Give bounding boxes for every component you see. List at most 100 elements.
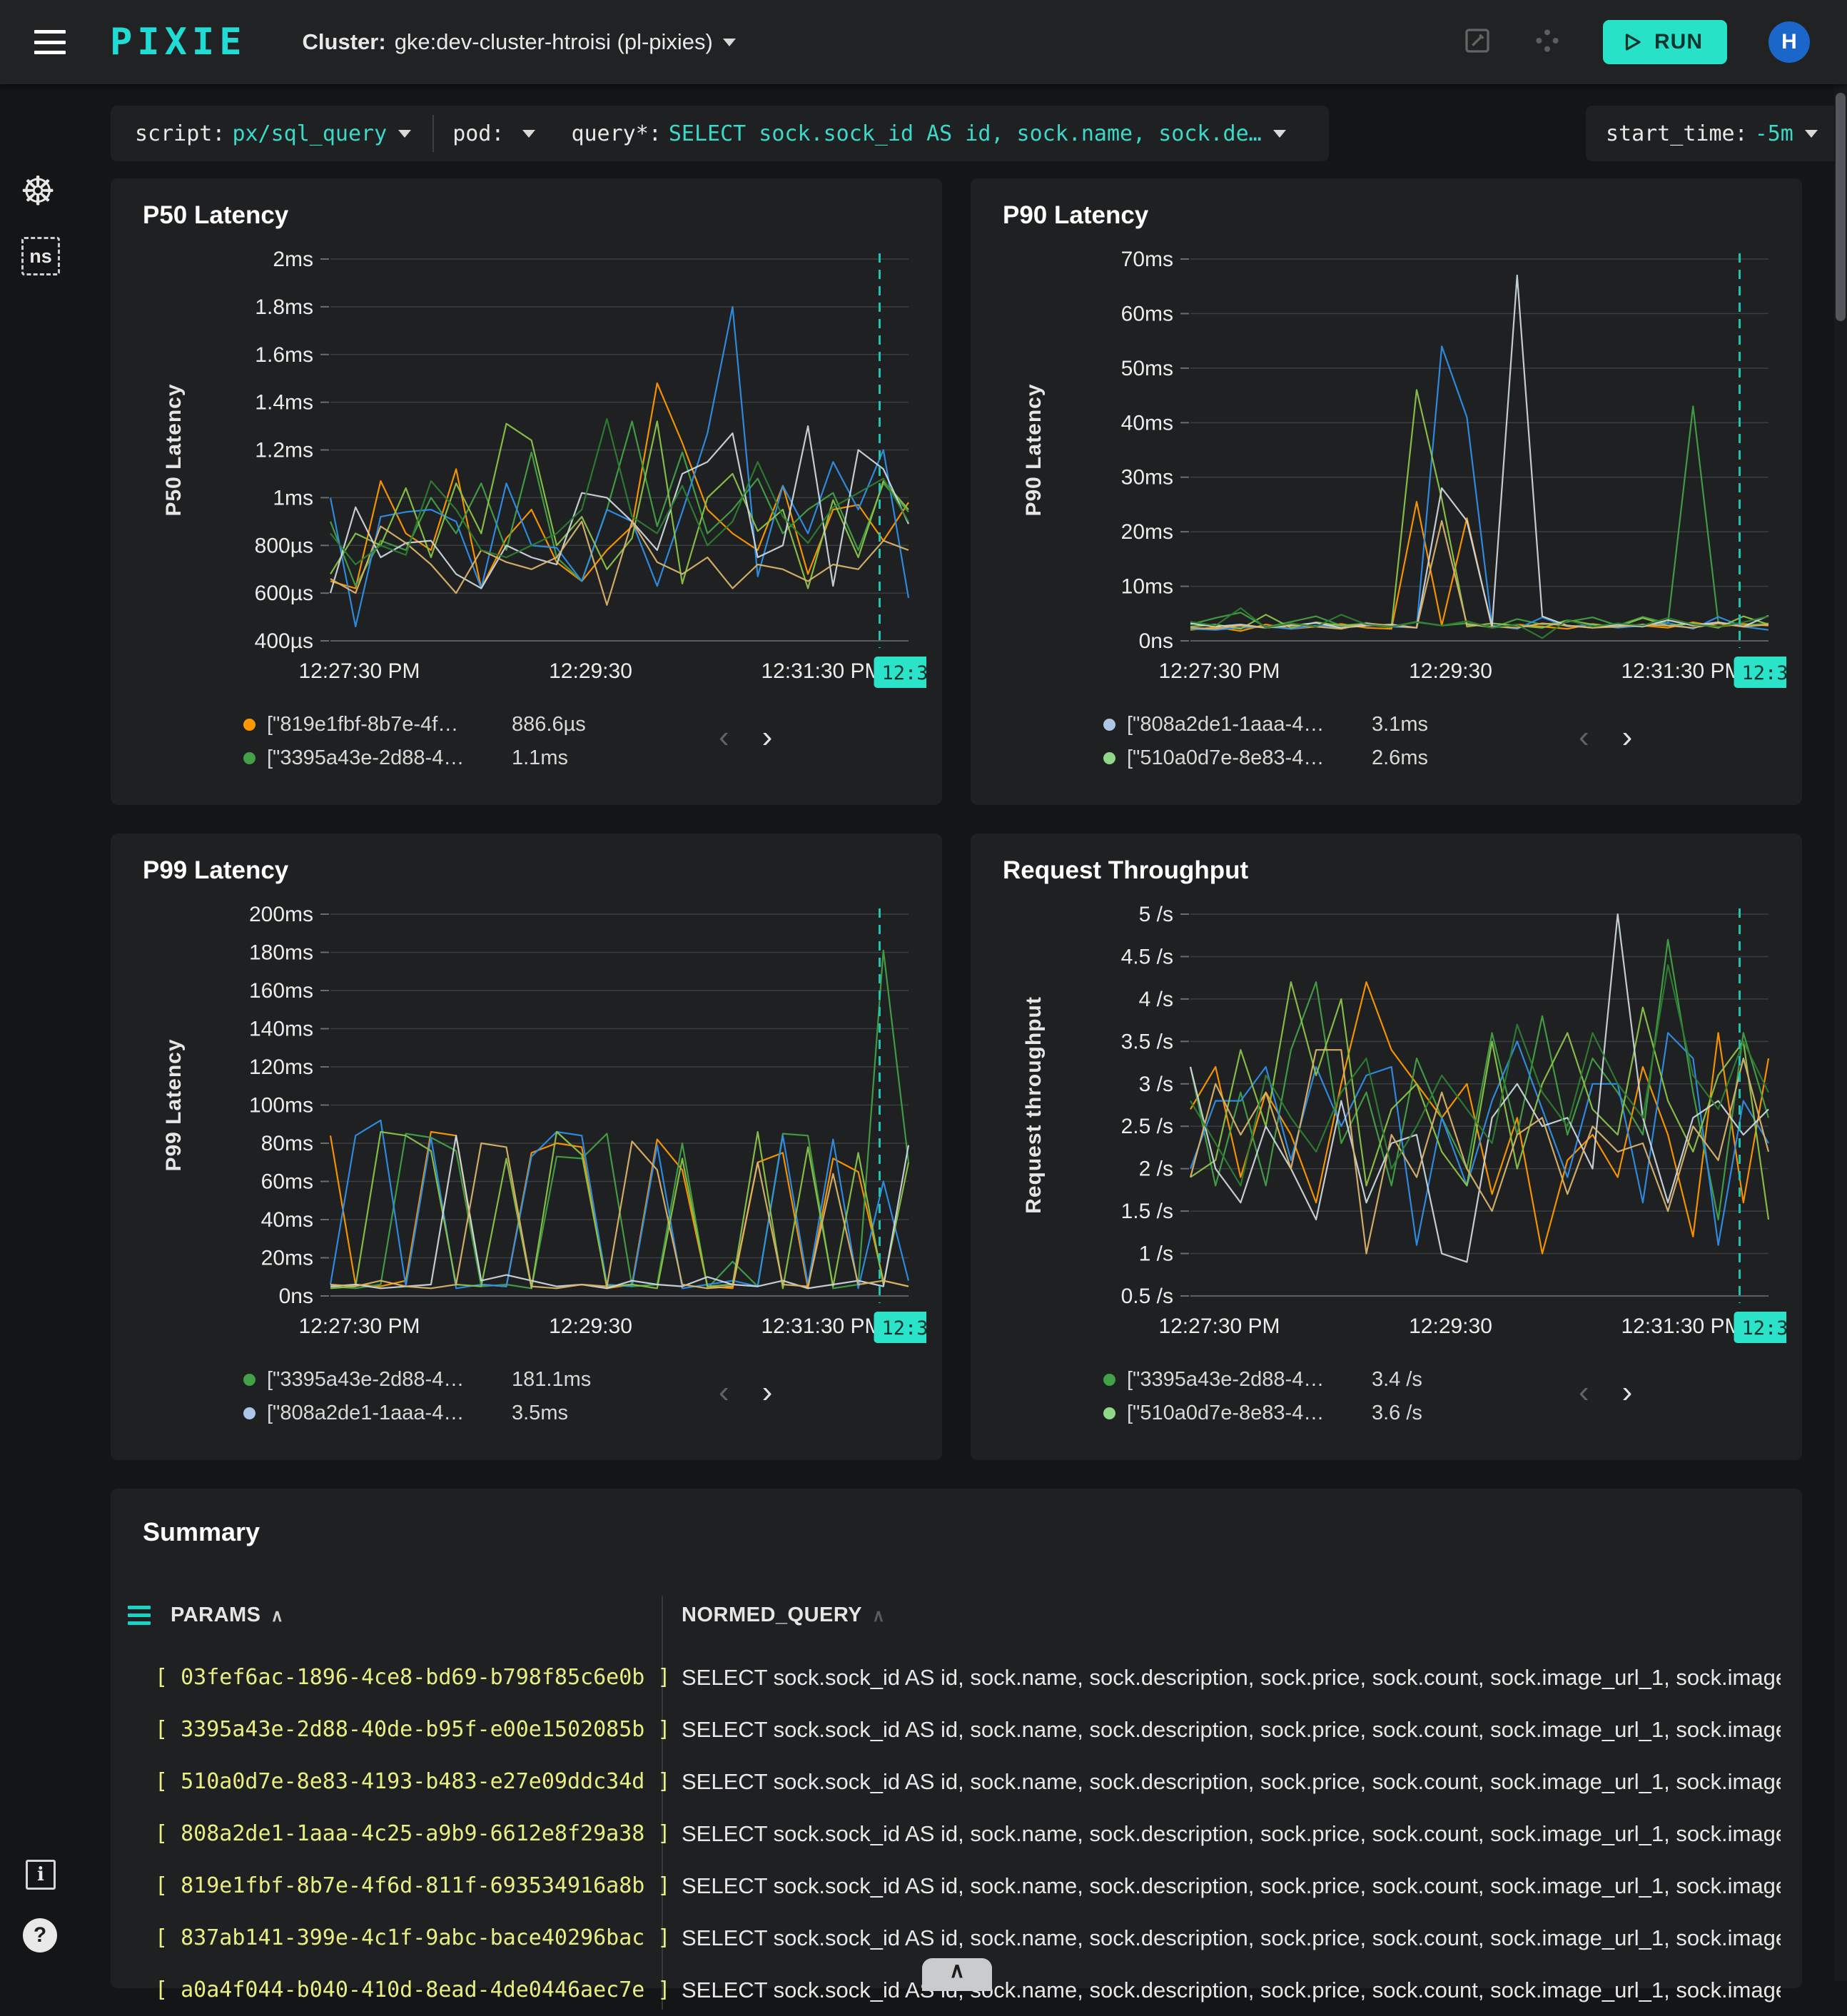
script-args-bar: script: px/sql_query pod: query*: SELECT… [111,106,1329,161]
legend-entry[interactable]: ["510a0d7e-8e83-4… 2.6ms [1103,741,1428,775]
table-row[interactable]: [ 808a2de1-1aaa-4c25-a9b9-6612e8f29a38 ]… [111,1808,1802,1860]
chart-title: P99 Latency [143,856,289,884]
query-dropdown-icon[interactable] [1272,129,1286,138]
legend-entry[interactable]: ["3395a43e-2d88-4… 181.1ms [243,1363,591,1397]
start-time-value: -5m [1754,121,1793,146]
y-tick-label: 10ms [1121,575,1173,599]
script-dropdown-icon[interactable] [398,129,412,138]
series-color-dot [243,752,255,764]
series-line [1189,1049,1770,1255]
table-row[interactable]: [ 837ab141-399e-4c1f-9abc-bace40296bac ]… [111,1912,1802,1964]
legend-entry[interactable]: ["510a0d7e-8e83-4… 3.6 /s [1103,1397,1422,1430]
series-color-dot [1103,719,1115,731]
table-row[interactable]: [ 819e1fbf-8b7e-4f6d-811f-693534916a8b ]… [111,1860,1802,1912]
help-icon[interactable]: ? [23,1918,57,1952]
menu-icon[interactable] [34,30,66,54]
chart-canvas[interactable]: 0.5 /s 1 /s 1.5 /s 2 /s 2.5 /s 3 /s 3.5 /s 4 /s… [983,889,1786,1360]
legend-next-icon[interactable]: › [762,1374,773,1410]
sort-asc-icon: ∧ [270,1606,284,1626]
pod-dropdown-icon[interactable] [522,129,536,138]
time-rule-badge: 12:32:00 [881,1317,926,1339]
chart-canvas[interactable]: 0ns 20ms 40ms 60ms 80ms 100ms 120ms 140ms 160ms 1… [123,889,926,1360]
legend-prev-icon[interactable]: ‹ [1579,719,1589,755]
legend-prev-icon[interactable]: ‹ [719,1374,729,1410]
cell-normed-query: SELECT sock.sock_id AS id, sock.name, so… [682,1664,1781,1690]
legend-series-name: ["3395a43e-2d88-4… [267,746,465,769]
chart-title: P90 Latency [1003,201,1149,229]
table-row[interactable]: [ 510a0d7e-8e83-4193-b483-e27e09ddc34d ]… [111,1756,1802,1808]
help-glyph: ? [33,1923,47,1947]
legend-series-name: ["808a2de1-1aaa-4… [267,1402,465,1424]
x-tick-label: 12:31:30 PM [761,1315,882,1338]
legend-next-icon[interactable]: › [1622,1374,1633,1410]
legend-next-icon[interactable]: › [1622,719,1633,755]
legend-entry[interactable]: ["819e1fbf-8b7e-4f… 886.6µs [243,708,586,741]
start-time-dropdown-icon [1804,129,1818,138]
collapse-results-button[interactable]: ∧ [922,1958,992,1991]
chart-canvas[interactable]: 0ns 10ms 20ms 30ms 40ms 50ms 60ms 70ms P90 Laten… [983,234,1786,705]
y-tick-label: 70ms [1121,248,1173,271]
edit-script-icon[interactable] [1463,26,1492,59]
time-rule-badge: 12:32:00 [1741,662,1786,684]
query-value[interactable]: SELECT sock.sock_id AS id, sock.name, so… [669,121,1262,146]
table-row[interactable]: [ 3395a43e-2d88-40de-b95f-e00e1502085b ]… [111,1703,1802,1756]
cell-params: [ 837ab141-399e-4c1f-9abc-bace40296bac ] [155,1925,671,1950]
cluster-selector[interactable]: Cluster: gke:dev-cluster-htroisi (pl-pix… [303,29,736,55]
chart-legend: ["3395a43e-2d88-4… 3.4 /s ["510a0d7e-8e83-… [1103,1363,1422,1430]
legend-next-icon[interactable]: › [762,719,773,755]
series-color-dot [1103,752,1115,764]
y-tick-label: 2 /s [1139,1158,1173,1181]
info-glyph: i [37,1864,44,1885]
table-row[interactable]: [ 03fef6ac-1896-4ce8-bd69-b798f85c6e0b ]… [111,1651,1802,1703]
table-header: PARAMS ∧ NORMED_QUERY ∧ [111,1594,1802,1636]
script-value[interactable]: px/sql_query [232,121,387,146]
legend-pager: ‹ › [1579,1374,1632,1410]
legend-prev-icon[interactable]: ‹ [719,719,729,755]
y-tick-label: 200ms [249,903,313,926]
legend-entry[interactable]: ["808a2de1-1aaa-4… 3.1ms [1103,708,1428,741]
cluster-value: gke:dev-cluster-htroisi (pl-pixies) [394,29,713,54]
avatar[interactable]: H [1768,21,1810,63]
column-header-params[interactable]: PARAMS ∧ [171,1604,284,1627]
y-tick-label: 40ms [261,1208,313,1232]
series-color-dot [243,1374,255,1386]
y-tick-label: 60ms [1121,302,1173,325]
legend-entry[interactable]: ["808a2de1-1aaa-4… 3.5ms [243,1397,591,1430]
series-line [329,425,910,594]
start-time-selector[interactable]: start_time: -5m [1586,106,1841,161]
legend-series-value: 181.1ms [512,1368,592,1391]
sort-asc-icon: ∧ [872,1606,886,1626]
cell-params: [ a0a4f044-b040-410d-8ead-4de0446aec7e ] [155,1977,671,2002]
y-tick-label: 2.5 /s [1121,1115,1173,1138]
namespace-icon[interactable]: ns [21,237,60,275]
y-tick-label: 5 /s [1139,903,1173,926]
namespace-label: ns [29,245,52,267]
legend-series-value: 1.1ms [512,746,568,769]
run-button[interactable]: RUN [1603,20,1727,64]
y-tick-label: 1.6ms [255,343,313,367]
chart-canvas[interactable]: 400µs 600µs 800µs 1ms 1.2ms 1.4ms 1.6ms 1.8ms 2m… [123,234,926,705]
chart-legend: ["3395a43e-2d88-4… 181.1ms ["808a2de1-1aaa… [243,1363,591,1430]
table-menu-icon[interactable] [128,1605,151,1625]
cell-normed-query: SELECT sock.sock_id AS id, sock.name, so… [682,1925,1781,1950]
four-dots-icon[interactable] [1533,26,1562,59]
y-tick-label: 800µs [255,534,313,557]
panel-request-throughput: Request Throughput 0.5 /s 1 /s 1.5 /s 2 /s 2… [971,834,1802,1460]
y-tick-label: 600µs [255,582,313,605]
cell-params: [ 808a2de1-1aaa-4c25-a9b9-6612e8f29a38 ] [155,1821,671,1846]
scrollbar-thumb[interactable] [1836,93,1846,321]
x-tick-label: 12:31:30 PM [1621,1315,1742,1338]
legend-series-value: 2.6ms [1372,746,1428,769]
legend-prev-icon[interactable]: ‹ [1579,1374,1589,1410]
cell-params: [ 03fef6ac-1896-4ce8-bd69-b798f85c6e0b ] [155,1665,671,1690]
series-line [1189,938,1770,1221]
cell-normed-query: SELECT sock.sock_id AS id, sock.name, so… [682,1768,1781,1794]
kubernetes-wheel-icon[interactable]: ☸ [20,171,56,211]
legend-entry[interactable]: ["3395a43e-2d88-4… 3.4 /s [1103,1363,1422,1397]
query-label: query*: [571,121,662,146]
legend-entry[interactable]: ["3395a43e-2d88-4… 1.1ms [243,741,586,775]
y-tick-label: 3 /s [1139,1073,1173,1096]
info-icon[interactable]: i [26,1860,56,1890]
column-header-normed-query[interactable]: NORMED_QUERY ∧ [682,1604,885,1627]
x-tick-label: 12:29:30 [549,659,632,683]
